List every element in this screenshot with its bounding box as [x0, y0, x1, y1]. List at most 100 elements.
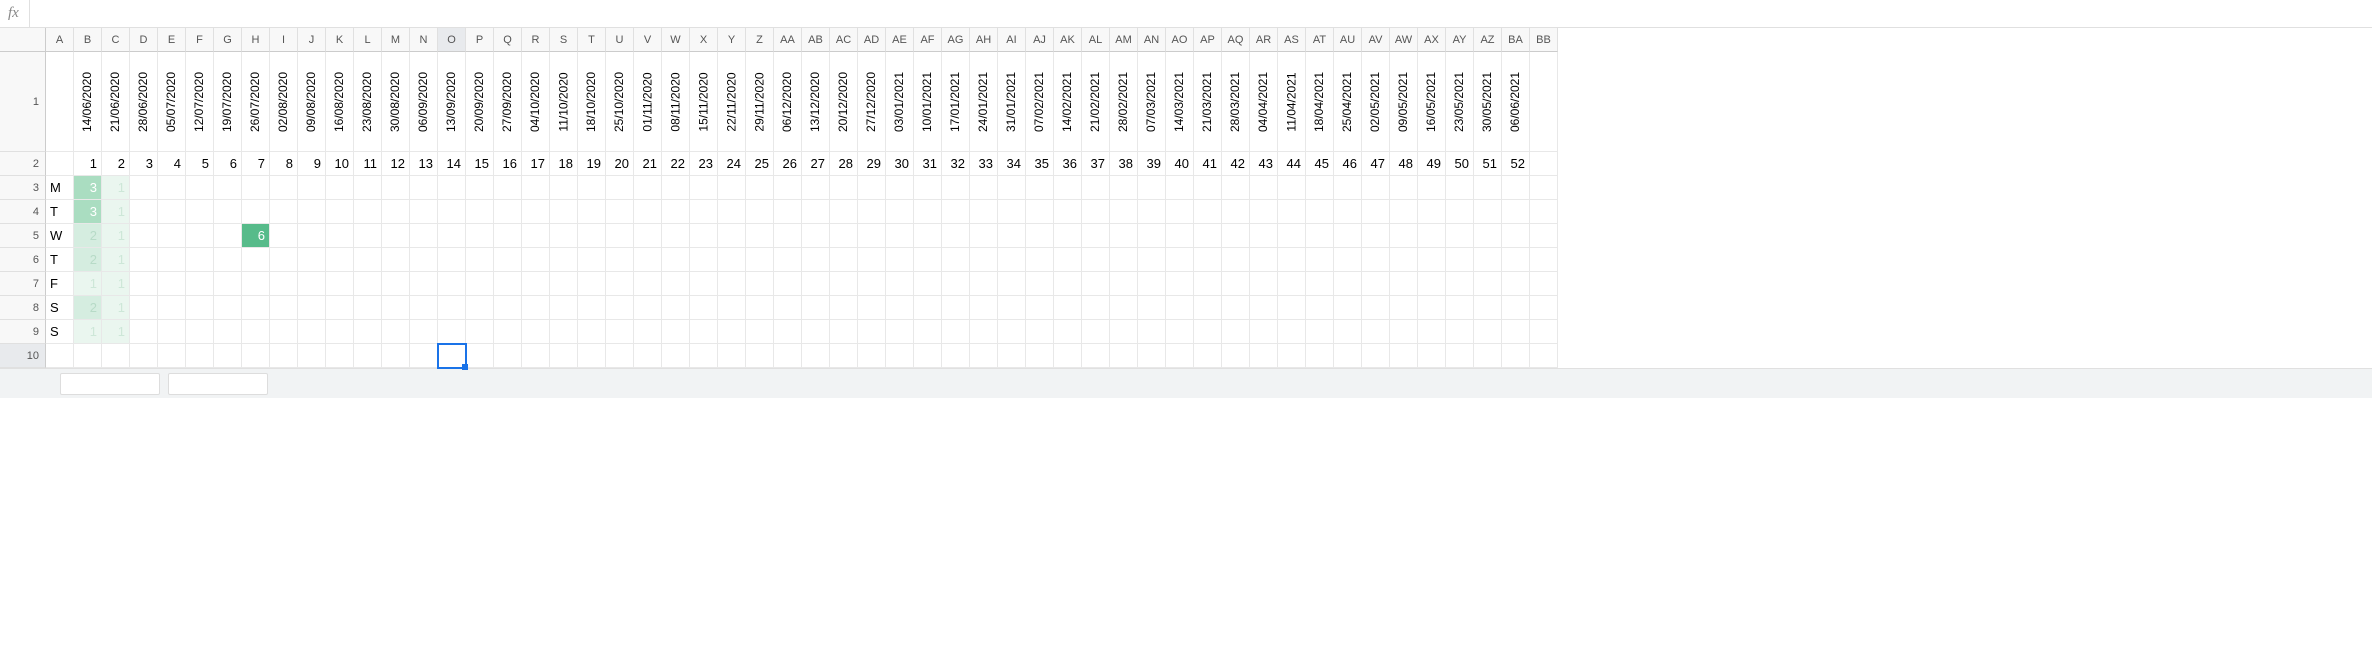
cell[interactable]	[354, 296, 382, 320]
cell[interactable]	[438, 272, 466, 296]
select-all-corner[interactable]	[0, 28, 46, 52]
column-header[interactable]: AS	[1278, 28, 1306, 52]
cell[interactable]	[1390, 200, 1418, 224]
cell[interactable]	[410, 176, 438, 200]
cell[interactable]	[1278, 224, 1306, 248]
cell[interactable]	[690, 176, 718, 200]
cell[interactable]	[746, 320, 774, 344]
cell[interactable]	[970, 296, 998, 320]
cell[interactable]	[326, 344, 354, 368]
cell[interactable]	[914, 176, 942, 200]
cell[interactable]	[298, 320, 326, 344]
cell[interactable]	[1026, 176, 1054, 200]
cell[interactable]: 29	[858, 152, 886, 176]
cell[interactable]	[1502, 224, 1530, 248]
cell[interactable]: W	[46, 224, 74, 248]
cell[interactable]	[578, 272, 606, 296]
cell[interactable]	[214, 200, 242, 224]
cell[interactable]	[1138, 224, 1166, 248]
row-header[interactable]: 9	[0, 320, 46, 344]
cell[interactable]	[634, 344, 662, 368]
cell[interactable]	[1474, 248, 1502, 272]
cell[interactable]: 05/07/2020	[158, 52, 186, 152]
cell[interactable]	[354, 344, 382, 368]
cell[interactable]	[662, 272, 690, 296]
cell[interactable]	[914, 344, 942, 368]
cell[interactable]: 02/05/2021	[1362, 52, 1390, 152]
cell[interactable]	[1362, 344, 1390, 368]
cell[interactable]	[1362, 248, 1390, 272]
cell[interactable]	[970, 248, 998, 272]
column-header[interactable]: BA	[1502, 28, 1530, 52]
cell[interactable]	[774, 176, 802, 200]
cell[interactable]: 18/10/2020	[578, 52, 606, 152]
cell[interactable]: T	[46, 200, 74, 224]
cell[interactable]	[634, 320, 662, 344]
cell[interactable]	[1110, 176, 1138, 200]
cell[interactable]	[662, 320, 690, 344]
column-header[interactable]: AZ	[1474, 28, 1502, 52]
cell[interactable]	[522, 176, 550, 200]
cell[interactable]: 25/04/2021	[1334, 52, 1362, 152]
cell[interactable]	[606, 320, 634, 344]
cell[interactable]	[578, 176, 606, 200]
cell[interactable]	[410, 200, 438, 224]
cell[interactable]	[326, 224, 354, 248]
cell[interactable]	[1166, 248, 1194, 272]
cell[interactable]	[1306, 320, 1334, 344]
cell[interactable]	[802, 248, 830, 272]
cell[interactable]	[1530, 320, 1558, 344]
cell[interactable]	[634, 248, 662, 272]
cell[interactable]	[242, 344, 270, 368]
cell[interactable]	[1110, 224, 1138, 248]
cell[interactable]	[1166, 344, 1194, 368]
cell[interactable]	[1502, 344, 1530, 368]
cell[interactable]: 20/12/2020	[830, 52, 858, 152]
cell[interactable]: 26/07/2020	[242, 52, 270, 152]
cell[interactable]	[914, 296, 942, 320]
cell[interactable]	[466, 176, 494, 200]
cell[interactable]	[634, 200, 662, 224]
cell[interactable]: 1	[74, 152, 102, 176]
cell[interactable]: 23/05/2021	[1446, 52, 1474, 152]
column-header[interactable]: AU	[1334, 28, 1362, 52]
cell[interactable]	[1530, 152, 1558, 176]
cell[interactable]	[46, 152, 74, 176]
cell[interactable]	[634, 272, 662, 296]
cell[interactable]: 6	[214, 152, 242, 176]
cell[interactable]	[1054, 248, 1082, 272]
column-header[interactable]: AK	[1054, 28, 1082, 52]
cell[interactable]	[802, 224, 830, 248]
cell[interactable]	[802, 176, 830, 200]
cell[interactable]	[1026, 272, 1054, 296]
column-header[interactable]: AO	[1166, 28, 1194, 52]
cell[interactable]	[774, 296, 802, 320]
cell[interactable]	[1446, 200, 1474, 224]
cell[interactable]	[1362, 200, 1390, 224]
column-header[interactable]: L	[354, 28, 382, 52]
cell[interactable]	[522, 320, 550, 344]
cell[interactable]: 36	[1054, 152, 1082, 176]
row-header[interactable]: 1	[0, 52, 46, 152]
cell[interactable]	[662, 248, 690, 272]
cell[interactable]	[130, 272, 158, 296]
cell[interactable]: 23	[690, 152, 718, 176]
column-header[interactable]: AD	[858, 28, 886, 52]
column-header[interactable]: K	[326, 28, 354, 52]
cell[interactable]	[578, 200, 606, 224]
cell[interactable]	[718, 248, 746, 272]
cell[interactable]: 1	[102, 248, 130, 272]
cell[interactable]	[410, 272, 438, 296]
cell[interactable]	[690, 200, 718, 224]
column-header[interactable]: V	[634, 28, 662, 52]
cell[interactable]: 04/04/2021	[1250, 52, 1278, 152]
cell[interactable]	[130, 176, 158, 200]
cell[interactable]: 1	[74, 272, 102, 296]
cell[interactable]	[130, 248, 158, 272]
cell[interactable]: 14/03/2021	[1166, 52, 1194, 152]
cell[interactable]: T	[46, 248, 74, 272]
cell[interactable]	[466, 296, 494, 320]
row-header[interactable]: 6	[0, 248, 46, 272]
cell[interactable]	[1054, 296, 1082, 320]
column-header[interactable]: AH	[970, 28, 998, 52]
